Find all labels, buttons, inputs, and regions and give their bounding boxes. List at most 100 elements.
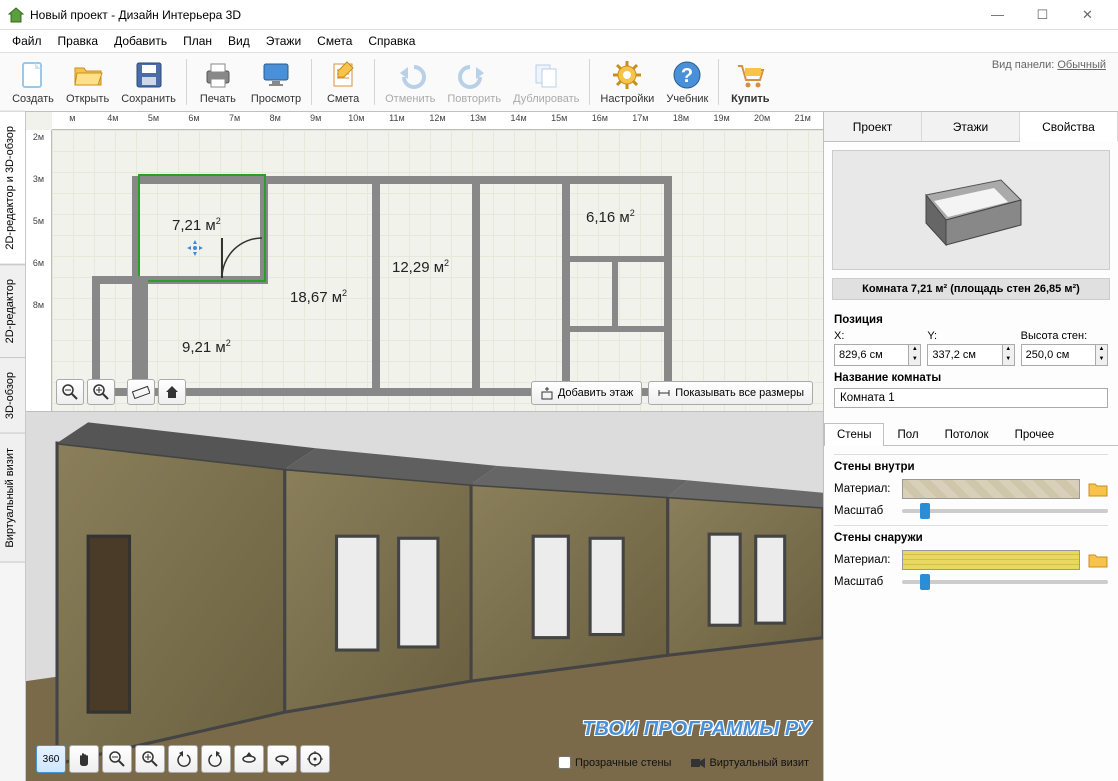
- position-label: Позиция: [834, 314, 1108, 326]
- room-preview-3d: [832, 150, 1110, 270]
- pos-y-input[interactable]: ▲▼: [927, 344, 1014, 366]
- folder-open-icon: [72, 59, 104, 91]
- show-dimensions-button[interactable]: Показывать все размеры: [648, 381, 813, 405]
- zoom-out-icon: [109, 751, 125, 767]
- gear-icon: [611, 59, 643, 91]
- browse-material-inside[interactable]: [1088, 480, 1108, 498]
- move-handle-icon[interactable]: [187, 240, 203, 256]
- maximize-button[interactable]: ☐: [1020, 0, 1065, 30]
- tab-floors[interactable]: Этажи: [922, 112, 1020, 141]
- zoom-in-icon: [93, 384, 109, 400]
- window-title: Новый проект - Дизайн Интерьера 3D: [30, 8, 975, 22]
- tilt-up-icon: [241, 751, 257, 767]
- scale-inside-slider[interactable]: [902, 509, 1108, 513]
- orbit-button[interactable]: 360: [36, 745, 66, 773]
- tab-project[interactable]: Проект: [824, 112, 922, 141]
- camera-icon: [691, 757, 705, 769]
- walls-inside-label: Стены внутри: [834, 461, 1108, 473]
- mat-tab-ceiling[interactable]: Потолок: [932, 423, 1002, 446]
- mat-tab-other[interactable]: Прочее: [1002, 423, 1068, 446]
- zoom-in-3d-button[interactable]: [135, 745, 165, 773]
- target-icon: [307, 751, 323, 767]
- undo-icon: [394, 59, 426, 91]
- duplicate-icon: [530, 59, 562, 91]
- menu-file[interactable]: Файл: [4, 31, 50, 51]
- tilt-down-icon: [274, 751, 290, 767]
- rotate-left-button[interactable]: [168, 745, 198, 773]
- ruler-vertical: 2м3м5м6м8м: [26, 130, 52, 411]
- tutorial-button[interactable]: ?Учебник: [660, 55, 714, 109]
- rotate-right-button[interactable]: [201, 745, 231, 773]
- orbit-icon: 360: [43, 754, 60, 765]
- mat-tab-walls[interactable]: Стены: [824, 423, 884, 446]
- left-tabs: 2D-редактор и 3D-обзор 2D-редактор 3D-об…: [0, 112, 26, 781]
- close-button[interactable]: ✕: [1065, 0, 1110, 30]
- watermark: ТВОИ ПРОГРАММЫ РУ: [582, 718, 811, 741]
- duplicate-button[interactable]: Дублировать: [507, 55, 585, 109]
- walls-outside-label: Стены снаружи: [834, 532, 1108, 544]
- home-icon: [164, 384, 180, 400]
- notepad-icon: [327, 59, 359, 91]
- tab-virtual-visit[interactable]: Виртуальный визит: [0, 433, 25, 563]
- rotate-left-icon: [175, 751, 191, 767]
- menu-floors[interactable]: Этажи: [258, 31, 309, 51]
- panel-mode-link[interactable]: Обычный: [1057, 59, 1106, 71]
- room-name-label: Название комнаты: [834, 372, 1108, 384]
- mat-tab-floor[interactable]: Пол: [884, 423, 931, 446]
- create-button[interactable]: Создать: [6, 55, 60, 109]
- settings-button[interactable]: Настройки: [594, 55, 660, 109]
- tab-properties[interactable]: Свойства: [1020, 112, 1118, 142]
- add-floor-button[interactable]: Добавить этаж: [531, 381, 642, 405]
- cart-icon: [734, 59, 766, 91]
- material-inside-swatch[interactable]: [902, 479, 1080, 499]
- zoom-in-icon: [142, 751, 158, 767]
- monitor-icon: [260, 59, 292, 91]
- buy-button[interactable]: Купить: [723, 55, 777, 109]
- reset-view-button[interactable]: [300, 745, 330, 773]
- undo-button[interactable]: Отменить: [379, 55, 441, 109]
- menu-help[interactable]: Справка: [360, 31, 423, 51]
- app-icon: [8, 7, 24, 23]
- view-2d[interactable]: м4м5м6м7м8м9м10м11м12м13м14м15м16м17м18м…: [26, 112, 823, 412]
- add-floor-icon: [540, 386, 554, 400]
- zoom-out-button[interactable]: [56, 379, 84, 405]
- open-button[interactable]: Открыть: [60, 55, 115, 109]
- scale-outside-slider[interactable]: [902, 580, 1108, 584]
- room-name-input[interactable]: [834, 388, 1108, 408]
- minimize-button[interactable]: —: [975, 0, 1020, 30]
- tilt-down-button[interactable]: [267, 745, 297, 773]
- wall-height-input[interactable]: ▲▼: [1021, 344, 1108, 366]
- save-button[interactable]: Сохранить: [115, 55, 182, 109]
- menu-plan[interactable]: План: [175, 31, 220, 51]
- dimensions-icon: [657, 386, 671, 400]
- menu-view[interactable]: Вид: [220, 31, 258, 51]
- menu-edit[interactable]: Правка: [50, 31, 107, 51]
- pan-button[interactable]: [69, 745, 99, 773]
- print-button[interactable]: Печать: [191, 55, 245, 109]
- estimate-button[interactable]: Смета: [316, 55, 370, 109]
- door-icon: [220, 236, 264, 280]
- transparent-walls-checkbox[interactable]: Прозрачные стены: [554, 752, 675, 773]
- pos-x-input[interactable]: ▲▼: [834, 344, 921, 366]
- tab-3d-view[interactable]: 3D-обзор: [0, 357, 25, 434]
- home-button[interactable]: [158, 379, 186, 405]
- material-outside-swatch[interactable]: [902, 550, 1080, 570]
- browse-material-outside[interactable]: [1088, 551, 1108, 569]
- zoom-in-button[interactable]: [87, 379, 115, 405]
- virtual-visit-button[interactable]: Виртуальный визит: [687, 753, 813, 773]
- tab-2d-3d-combo[interactable]: 2D-редактор и 3D-обзор: [0, 111, 25, 265]
- save-icon: [133, 59, 165, 91]
- menu-estimate[interactable]: Смета: [309, 31, 360, 51]
- redo-button[interactable]: Повторить: [441, 55, 507, 109]
- toolbar: Создать Открыть Сохранить Печать Просмот…: [0, 52, 1118, 112]
- svg-text:?: ?: [681, 65, 693, 87]
- redo-icon: [458, 59, 490, 91]
- room-title: Комната 7,21 м² (площадь стен 26,85 м²): [832, 278, 1110, 300]
- zoom-out-3d-button[interactable]: [102, 745, 132, 773]
- menu-add[interactable]: Добавить: [106, 31, 175, 51]
- preview-button[interactable]: Просмотр: [245, 55, 307, 109]
- measure-button[interactable]: [127, 379, 155, 405]
- view-3d[interactable]: ТВОИ ПРОГРАММЫ РУ 360 Прозрачные стены В…: [26, 412, 823, 781]
- tilt-up-button[interactable]: [234, 745, 264, 773]
- tab-2d-editor[interactable]: 2D-редактор: [0, 264, 25, 358]
